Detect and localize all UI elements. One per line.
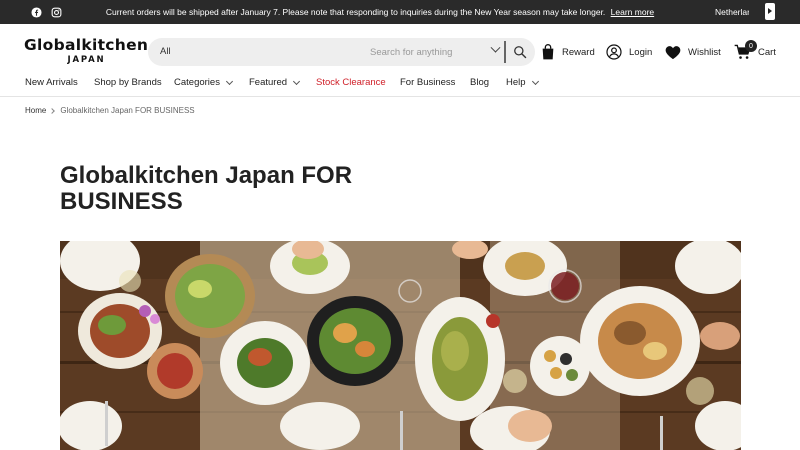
nav-item-label: Categories xyxy=(174,77,220,88)
wishlist-label: Wishlist xyxy=(688,46,721,58)
nav-item-featured[interactable]: Featured xyxy=(249,77,301,88)
chevron-down-icon xyxy=(531,77,539,85)
nav-item-help[interactable]: Help xyxy=(506,77,539,88)
search-bar: All xyxy=(148,38,535,66)
cart-label: Cart xyxy=(758,46,776,58)
chevron-down-icon xyxy=(225,77,233,85)
breadcrumb-current: Globalkitchen Japan FOR BUSINESS xyxy=(60,106,195,115)
logo-subtitle: JAPAN xyxy=(67,55,106,65)
country-selector-button[interactable] xyxy=(765,3,775,20)
reward-link[interactable]: Reward xyxy=(541,44,595,60)
user-icon xyxy=(606,44,622,60)
shopping-bag-icon xyxy=(542,44,554,60)
chevron-right-icon xyxy=(49,107,56,114)
search-icon[interactable] xyxy=(513,45,527,59)
heart-icon xyxy=(665,45,681,59)
logo-wordmark: Globalkitchen xyxy=(24,36,149,54)
nav-item-label: New Arrivals xyxy=(25,77,78,88)
nav-item-label: For Business xyxy=(400,77,456,88)
main-nav: New Arrivals Shop by Brands Categories F… xyxy=(0,73,800,97)
cart-count-badge: 0 xyxy=(745,40,757,52)
nav-item-label: Shop by Brands xyxy=(94,77,162,88)
nav-item-label: Stock Clearance xyxy=(316,77,386,88)
login-label: Login xyxy=(629,46,653,58)
login-link[interactable]: Login xyxy=(606,44,652,60)
announcement-bar: Current orders will be shipped after Jan… xyxy=(0,0,800,24)
nav-item-new-arrivals[interactable]: New Arrivals xyxy=(25,77,78,88)
nav-item-categories[interactable]: Categories xyxy=(174,77,233,88)
announcement-message: Current orders will be shipped after Jan… xyxy=(105,7,606,17)
nav-item-stock-clearance[interactable]: Stock Clearance xyxy=(316,77,386,88)
nav-item-label: Help xyxy=(506,77,526,88)
hero-food-illustration xyxy=(60,241,741,450)
nav-item-shop-by-brands[interactable]: Shop by Brands xyxy=(94,77,162,88)
logo[interactable]: Globalkitchen JAPAN xyxy=(24,36,149,66)
nav-item-label: Blog xyxy=(470,77,490,88)
chevron-down-icon xyxy=(292,77,301,85)
wishlist-link[interactable]: Wishlist xyxy=(665,44,721,60)
country-selector-label[interactable]: Netherlands xyxy=(715,7,749,17)
breadcrumb: Home Globalkitchen Japan FOR BUSINESS xyxy=(25,106,195,115)
reward-label: Reward xyxy=(562,46,595,58)
search-category-select[interactable]: All xyxy=(160,46,171,57)
nav-item-label: Featured xyxy=(249,77,288,88)
learn-more-link[interactable]: Learn more xyxy=(611,7,654,17)
nav-item-for-business[interactable]: For Business xyxy=(400,77,455,88)
search-input[interactable] xyxy=(370,42,510,62)
page-title: Globalkitchen Japan FOR BUSINESS xyxy=(60,162,353,215)
hero-image xyxy=(60,241,741,450)
nav-item-blog[interactable]: Blog xyxy=(470,77,489,88)
announcement-text: Current orders will be shipped after Jan… xyxy=(0,7,760,17)
breadcrumb-home[interactable]: Home xyxy=(25,106,46,115)
